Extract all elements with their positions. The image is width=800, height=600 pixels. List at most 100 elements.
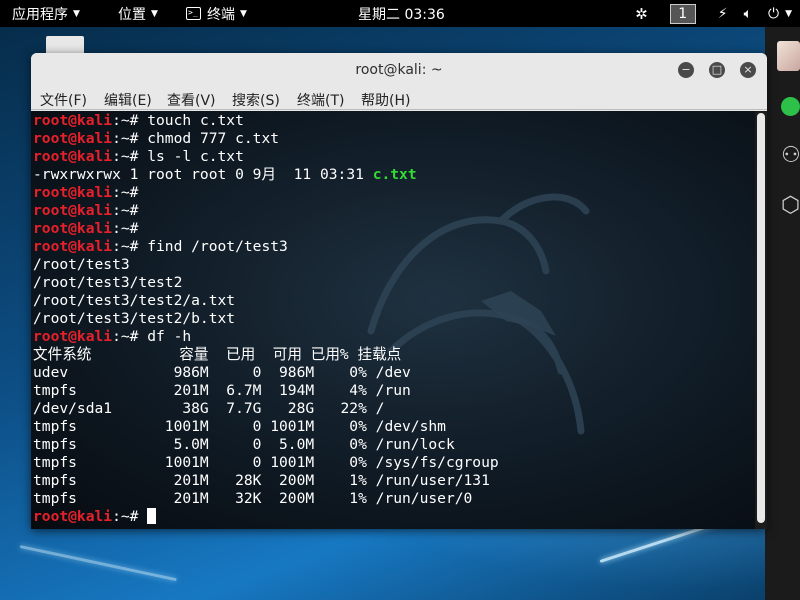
output-text: /root/test3/test2/b.txt <box>33 310 236 327</box>
prompt-suffix: :~# <box>112 184 148 201</box>
output-text: tmpfs 201M 28K 200M 1% /run/user/131 <box>33 472 490 489</box>
prompt-user: root@kali <box>33 328 113 345</box>
file-name: c.txt <box>372 166 417 183</box>
terminal-line: root@kali:~# ls -l c.txt <box>33 148 499 166</box>
terminal-line: tmpfs 1001M 0 1001M 0% /dev/shm <box>33 418 499 436</box>
places-menu-label: 位置 <box>118 6 146 23</box>
clock[interactable]: 星期二 03:36 <box>358 0 445 27</box>
output-text: udev 986M 0 986M 0% /dev <box>33 364 411 381</box>
prompt-suffix: :~# <box>112 220 148 237</box>
side-dock: ⚇ ⬡ <box>765 27 800 600</box>
terminal-line: 文件系统 容量 已用 可用 已用% 挂载点 <box>33 346 499 364</box>
terminal-line: /root/test3/test2/b.txt <box>33 310 499 328</box>
power-icon[interactable]: ⏻ <box>768 6 779 22</box>
scrollbar-thumb[interactable] <box>757 113 765 523</box>
output-text: tmpfs 5.0M 0 5.0M 0% /run/lock <box>33 436 455 453</box>
prompt-user: root@kali <box>33 112 113 129</box>
terminal-line: root@kali:~# <box>33 220 499 238</box>
top-panel: 应用程序 ▼ 位置 ▼ >_ 终端 ▼ 星期二 03:36 ✲ 1 ⚡ 🔈︎ ⏻… <box>0 0 800 27</box>
terminal-line: root@kali:~# touch c.txt <box>33 112 499 130</box>
terminal-line: root@kali:~# <box>33 508 499 526</box>
workspace-indicator[interactable]: 1 <box>669 3 696 24</box>
devices-icon[interactable]: ✲ <box>635 5 648 23</box>
terminal-output: root@kali:~# touch c.txt root@kali:~# chm… <box>33 112 499 526</box>
terminal-line: tmpfs 5.0M 0 5.0M 0% /run/lock <box>33 436 499 454</box>
terminal-window: root@kali: ~ − □ × 文件(F) 编辑(E) 查看(V) 搜索(… <box>31 53 767 529</box>
close-button[interactable]: × <box>740 62 756 78</box>
terminal-line: udev 986M 0 986M 0% /dev <box>33 364 499 382</box>
terminal-line: -rwxrwxrwx 1 root root 0 9月 11 03:31 c.t… <box>33 166 499 184</box>
menu-search[interactable]: 搜索(S) <box>232 90 280 110</box>
terminal-line: root@kali:~# chmod 777 c.txt <box>33 130 499 148</box>
avatar[interactable] <box>777 41 800 71</box>
terminal-line: /dev/sda1 38G 7.7G 28G 22% / <box>33 400 499 418</box>
prompt-suffix: :~# <box>112 238 148 255</box>
network-off-icon[interactable]: ⚡ <box>718 6 728 22</box>
terminal-line: /root/test3/test2 <box>33 274 499 292</box>
prompt-user: root@kali <box>33 508 113 525</box>
terminal-line: tmpfs 201M 6.7M 194M 4% /run <box>33 382 499 400</box>
command-text: df -h <box>147 328 192 345</box>
maximize-button[interactable]: □ <box>709 62 725 78</box>
terminal-icon: >_ <box>186 7 201 20</box>
prompt-user: root@kali <box>33 130 113 147</box>
command-text: touch c.txt <box>147 112 244 129</box>
scrollbar[interactable] <box>755 111 767 529</box>
system-tray: ✲ 1 ⚡ 🔈︎ ⏻ ▼ <box>629 0 800 27</box>
terminal-line: /root/test3 <box>33 256 499 274</box>
output-text: 文件系统 容量 已用 可用 已用% 挂载点 <box>33 346 402 363</box>
cube-icon[interactable]: ⬡ <box>781 195 800 217</box>
command-text: ls -l c.txt <box>147 148 244 165</box>
terminal-line: tmpfs 201M 28K 200M 1% /run/user/131 <box>33 472 499 490</box>
command-text: find /root/test3 <box>147 238 288 255</box>
chat-icon[interactable] <box>781 97 800 116</box>
terminal-line: /root/test3/test2/a.txt <box>33 292 499 310</box>
chevron-down-icon: ▼ <box>151 8 158 19</box>
terminal-line: root@kali:~# find /root/test3 <box>33 238 499 256</box>
prompt-user: root@kali <box>33 148 113 165</box>
command-text: chmod 777 c.txt <box>147 130 280 147</box>
applications-menu-label: 应用程序 <box>12 6 68 23</box>
output-text: tmpfs 1001M 0 1001M 0% /sys/fs/cgroup <box>33 454 499 471</box>
clock-label: 星期二 03:36 <box>358 6 445 23</box>
user-icon[interactable]: ⚇ <box>781 145 800 167</box>
prompt-suffix: :~# <box>112 508 148 525</box>
menu-bar: 文件(F) 编辑(E) 查看(V) 搜索(S) 终端(T) 帮助(H) <box>31 86 767 110</box>
prompt-suffix: :~# <box>112 328 148 345</box>
menu-help[interactable]: 帮助(H) <box>361 90 410 110</box>
terminal-area[interactable]: root@kali:~# touch c.txt root@kali:~# chm… <box>31 111 767 529</box>
prompt-suffix: :~# <box>112 112 148 129</box>
menu-view[interactable]: 查看(V) <box>167 90 216 110</box>
terminal-app-menu[interactable]: >_ 终端 ▼ <box>186 0 247 27</box>
minimize-button[interactable]: − <box>678 62 694 78</box>
output-text: /root/test3 <box>33 256 130 273</box>
output-text: -rwxrwxrwx 1 root root 0 9月 11 03:31 <box>33 166 373 183</box>
output-text: tmpfs 1001M 0 1001M 0% /dev/shm <box>33 418 446 435</box>
prompt-user: root@kali <box>33 220 113 237</box>
output-text: /dev/sda1 38G 7.7G 28G 22% / <box>33 400 385 417</box>
chevron-down-icon: ▼ <box>240 8 247 19</box>
places-menu[interactable]: 位置 ▼ <box>118 0 158 27</box>
terminal-line: root@kali:~# <box>33 184 499 202</box>
chevron-down-icon[interactable]: ▼ <box>785 9 792 19</box>
prompt-user: root@kali <box>33 184 113 201</box>
menu-file[interactable]: 文件(F) <box>40 90 87 110</box>
terminal-app-menu-label: 终端 <box>207 6 235 23</box>
output-text: /root/test3/test2/a.txt <box>33 292 236 309</box>
terminal-line: root@kali:~# df -h <box>33 328 499 346</box>
prompt-user: root@kali <box>33 202 113 219</box>
prompt-suffix: :~# <box>112 130 148 147</box>
terminal-line: tmpfs 201M 32K 200M 1% /run/user/0 <box>33 490 499 508</box>
volume-icon[interactable]: 🔈︎ <box>744 6 752 22</box>
menu-edit[interactable]: 编辑(E) <box>104 90 152 110</box>
prompt-user: root@kali <box>33 238 113 255</box>
output-text: /root/test3/test2 <box>33 274 183 291</box>
prompt-suffix: :~# <box>112 202 148 219</box>
window-titlebar[interactable]: root@kali: ~ − □ × <box>31 53 767 86</box>
window-title: root@kali: ~ <box>355 62 443 78</box>
terminal-line: root@kali:~# <box>33 202 499 220</box>
output-text: tmpfs 201M 32K 200M 1% /run/user/0 <box>33 490 473 507</box>
terminal-line: tmpfs 1001M 0 1001M 0% /sys/fs/cgroup <box>33 454 499 472</box>
menu-terminal[interactable]: 终端(T) <box>297 90 344 110</box>
applications-menu[interactable]: 应用程序 ▼ <box>12 0 80 27</box>
